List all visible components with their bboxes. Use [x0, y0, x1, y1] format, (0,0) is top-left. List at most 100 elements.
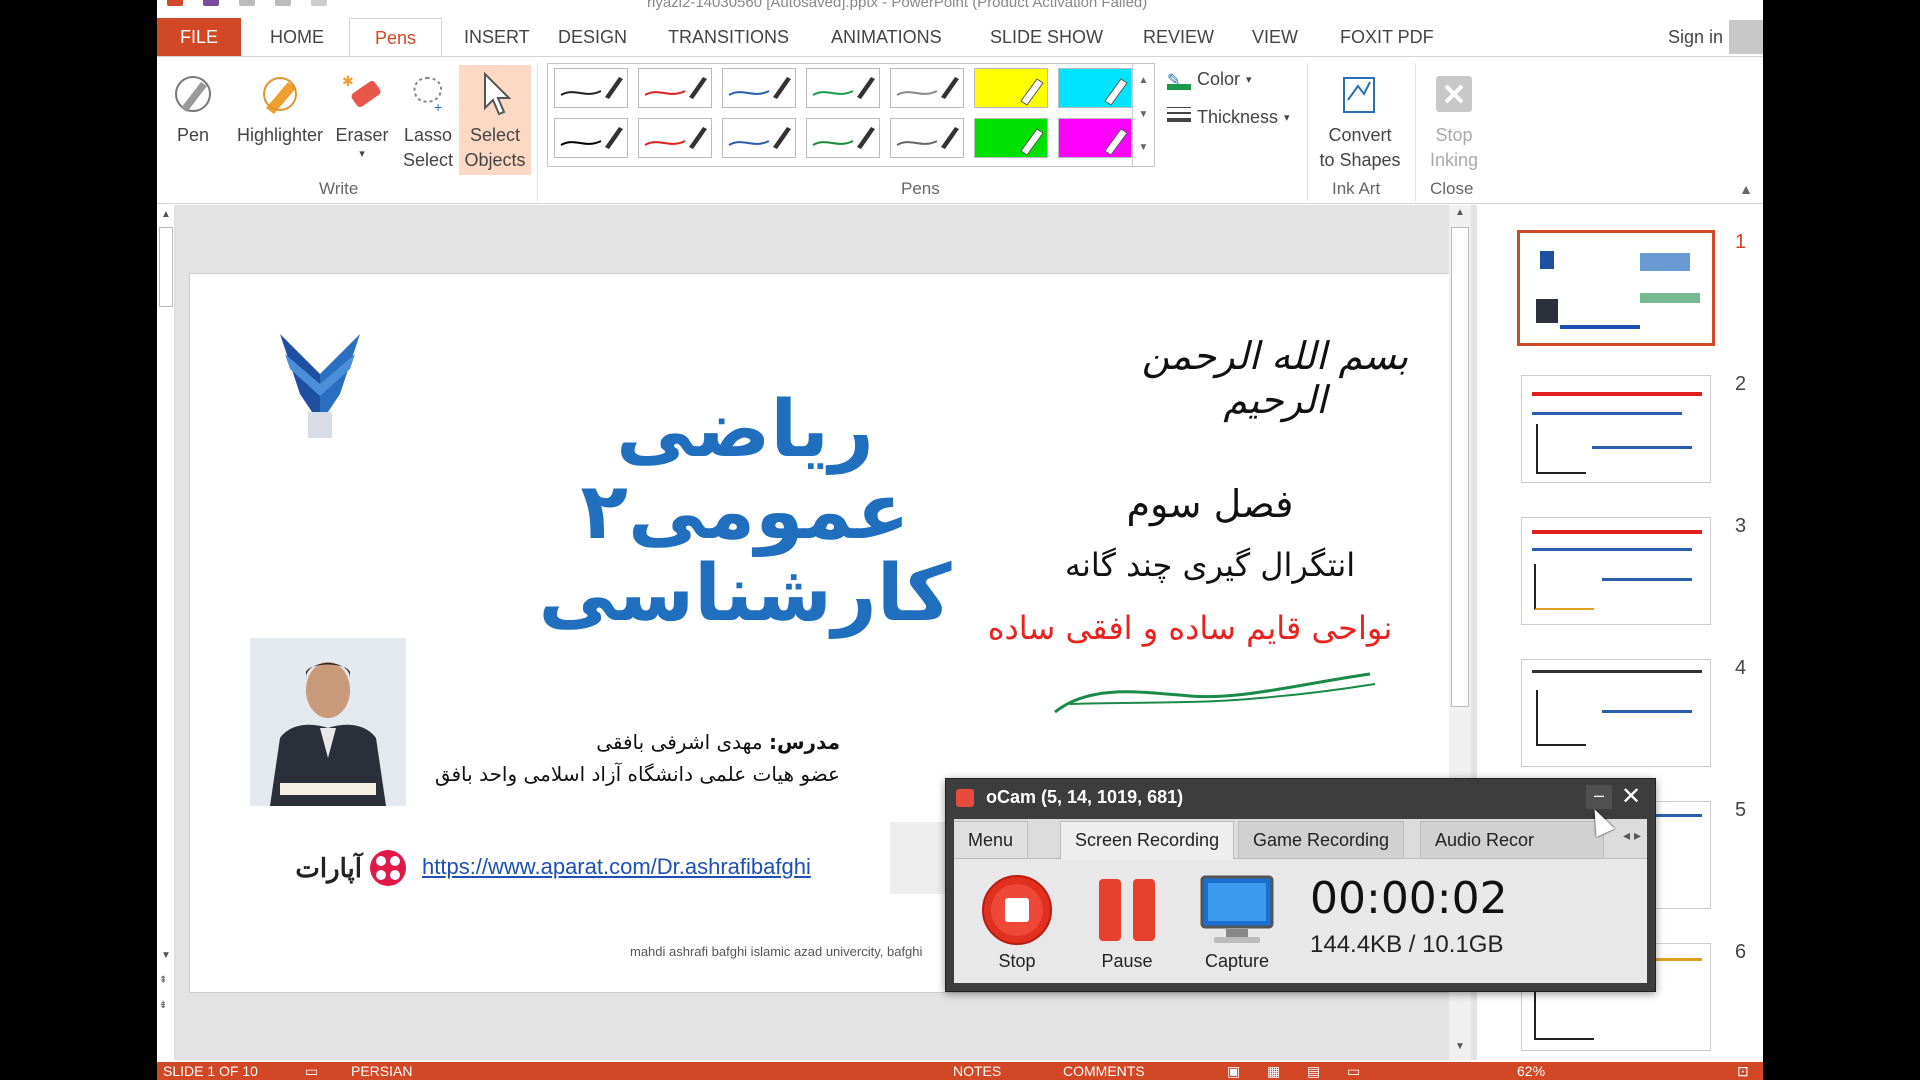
aparat-link[interactable]: https://www.aparat.com/Dr.ashrafibafghi: [422, 854, 811, 880]
gallery-scroll[interactable]: ▲ ▼ ▼: [1132, 64, 1154, 166]
tab-home[interactable]: HOME: [260, 18, 334, 56]
vertical-scroll-thumb[interactable]: [1451, 227, 1469, 707]
instructor-photo: [250, 638, 406, 806]
scroll-down-icon[interactable]: ▼: [161, 950, 171, 961]
quick-access-toolbar: [167, 0, 327, 6]
stop-button[interactable]: Stop: [972, 869, 1062, 972]
fit-slide-icon[interactable]: ⊡: [1737, 1063, 1749, 1080]
ocam-tab-game-recording[interactable]: Game Recording: [1238, 821, 1405, 859]
redo-icon[interactable]: [275, 0, 291, 6]
pen-swatch[interactable]: [974, 68, 1048, 108]
slide-sorter-icon[interactable]: ▦: [1267, 1063, 1280, 1080]
left-scrollbar[interactable]: ▲ ▼ ⇞ ⇟: [157, 205, 175, 1060]
slideshow-icon[interactable]: ▭: [1347, 1063, 1360, 1080]
tab-view[interactable]: VIEW: [1242, 18, 1308, 56]
undo-icon[interactable]: [239, 0, 255, 6]
minimize-button[interactable]: –: [1586, 785, 1612, 809]
bismillah-calligraphy: بسم الله الرحمن الرحیم: [1141, 334, 1409, 422]
tab-foxit-pdf[interactable]: FOXIT PDF: [1330, 18, 1444, 56]
group-label-write: Write: [319, 179, 359, 198]
customize-icon[interactable]: [311, 0, 327, 6]
ribbon-tabs: FILE HOME Pens INSERT DESIGN TRANSITIONS…: [157, 18, 1763, 57]
color-button[interactable]: ✎ Color ▾: [1167, 69, 1252, 90]
select-objects-button[interactable]: Select Objects: [459, 65, 531, 175]
gallery-up-icon[interactable]: ▲: [1133, 64, 1154, 98]
highlighter-button[interactable]: Highlighter: [229, 65, 331, 148]
left-scroll-thumb[interactable]: [159, 227, 173, 307]
eraser-button[interactable]: ✱ Eraser ▾: [327, 65, 397, 160]
next-slide-icon[interactable]: ⇟: [159, 1000, 167, 1011]
tab-slide-show[interactable]: SLIDE SHOW: [980, 18, 1113, 56]
close-button[interactable]: ✕: [1618, 785, 1644, 809]
aparat-logo: آپارات: [278, 846, 408, 890]
instructor-line: مدرس: مهدی اشرفی بافقی: [596, 730, 840, 754]
tab-review[interactable]: REVIEW: [1133, 18, 1224, 56]
tab-insert[interactable]: INSERT: [454, 18, 540, 56]
tab-transitions[interactable]: TRANSITIONS: [658, 18, 799, 56]
pen-swatch[interactable]: [806, 68, 880, 108]
pen-swatch[interactable]: [1058, 118, 1132, 158]
recording-size: 144.4KB / 10.1GB: [1310, 931, 1504, 958]
capture-button[interactable]: Capture: [1192, 869, 1282, 972]
chapter-heading: فصل سوم: [1126, 482, 1294, 526]
app-icon: [167, 0, 183, 6]
reading-view-icon[interactable]: ▤: [1307, 1063, 1320, 1080]
slide-thumbnail-3[interactable]: [1521, 517, 1711, 625]
lasso-select-button[interactable]: + Lasso Select: [397, 65, 459, 173]
svg-text:✱: ✱: [342, 73, 354, 89]
thickness-icon: [1167, 105, 1191, 130]
color-dropdown-icon: ▾: [1246, 74, 1252, 86]
sign-in-link[interactable]: Sign in: [1668, 18, 1723, 56]
pen-swatch[interactable]: [890, 68, 964, 108]
scroll-down-icon[interactable]: ▼: [1455, 1041, 1465, 1052]
pen-swatch[interactable]: [554, 118, 628, 158]
prev-slide-icon[interactable]: ⇞: [159, 975, 167, 986]
instructor-info: مدرس: مهدی اشرفی بافقی عضو هیات علمی دان…: [390, 726, 840, 790]
slide-thumbnail-4[interactable]: [1521, 659, 1711, 767]
slide-counter: SLIDE 1 OF 10: [163, 1063, 258, 1079]
thickness-button[interactable]: Thickness ▾: [1167, 105, 1290, 130]
ocam-tab-audio-recording[interactable]: Audio Recor: [1420, 821, 1604, 859]
notes-button[interactable]: NOTES: [953, 1063, 1001, 1079]
tab-pens[interactable]: Pens: [349, 18, 442, 57]
pen-button[interactable]: Pen: [163, 65, 223, 148]
tab-animations[interactable]: ANIMATIONS: [821, 18, 952, 56]
pen-swatch[interactable]: [638, 118, 712, 158]
language-indicator[interactable]: PERSIAN: [351, 1063, 412, 1079]
collapse-ribbon-icon[interactable]: ▲: [1739, 181, 1753, 197]
slide-thumbnail-1[interactable]: [1517, 230, 1715, 346]
pen-swatch[interactable]: [554, 68, 628, 108]
ocam-tab-menu[interactable]: Menu: [954, 821, 1029, 859]
comments-button[interactable]: COMMENTS: [1063, 1063, 1145, 1079]
ocam-body: Menu Screen Recording Game Recording Aud…: [954, 819, 1647, 983]
pen-swatch[interactable]: [974, 118, 1048, 158]
pen-swatch[interactable]: [1058, 68, 1132, 108]
save-icon[interactable]: [203, 0, 219, 6]
slide-thumbnail-2[interactable]: [1521, 375, 1711, 483]
pen-swatch[interactable]: [806, 118, 880, 158]
gallery-down-icon[interactable]: ▼: [1133, 98, 1154, 132]
tab-file[interactable]: FILE: [157, 18, 241, 56]
convert-to-shapes-button[interactable]: Convert to Shapes: [1315, 65, 1405, 173]
thumbnail-number: 5: [1735, 799, 1747, 821]
convert-shapes-icon: [1315, 65, 1405, 123]
pen-swatch[interactable]: [890, 118, 964, 158]
scroll-up-icon[interactable]: ▲: [1455, 207, 1465, 218]
status-bar: SLIDE 1 OF 10 ▭ PERSIAN NOTES COMMENTS ▣…: [157, 1062, 1763, 1080]
pen-swatch[interactable]: [722, 118, 796, 158]
tab-design[interactable]: DESIGN: [548, 18, 637, 56]
spellcheck-icon[interactable]: ▭: [305, 1063, 318, 1080]
thumbnail-number: 3: [1735, 515, 1747, 537]
tab-scroll-arrows[interactable]: ◂ ▸: [1623, 827, 1641, 844]
scroll-up-icon[interactable]: ▲: [161, 209, 171, 220]
stop-inking-button[interactable]: Stop Inking: [1419, 65, 1489, 173]
pen-swatch[interactable]: [722, 68, 796, 108]
subtopic-heading: نواحی قایم ساده و افقی ساده: [987, 609, 1393, 647]
avatar[interactable]: [1729, 20, 1763, 54]
pause-button[interactable]: Pause: [1082, 869, 1172, 972]
pen-swatch[interactable]: [638, 68, 712, 108]
zoom-level[interactable]: 62%: [1517, 1063, 1545, 1079]
gallery-more-icon[interactable]: ▼: [1133, 132, 1154, 164]
normal-view-icon[interactable]: ▣: [1227, 1063, 1240, 1080]
ocam-tab-screen-recording[interactable]: Screen Recording: [1060, 821, 1235, 860]
